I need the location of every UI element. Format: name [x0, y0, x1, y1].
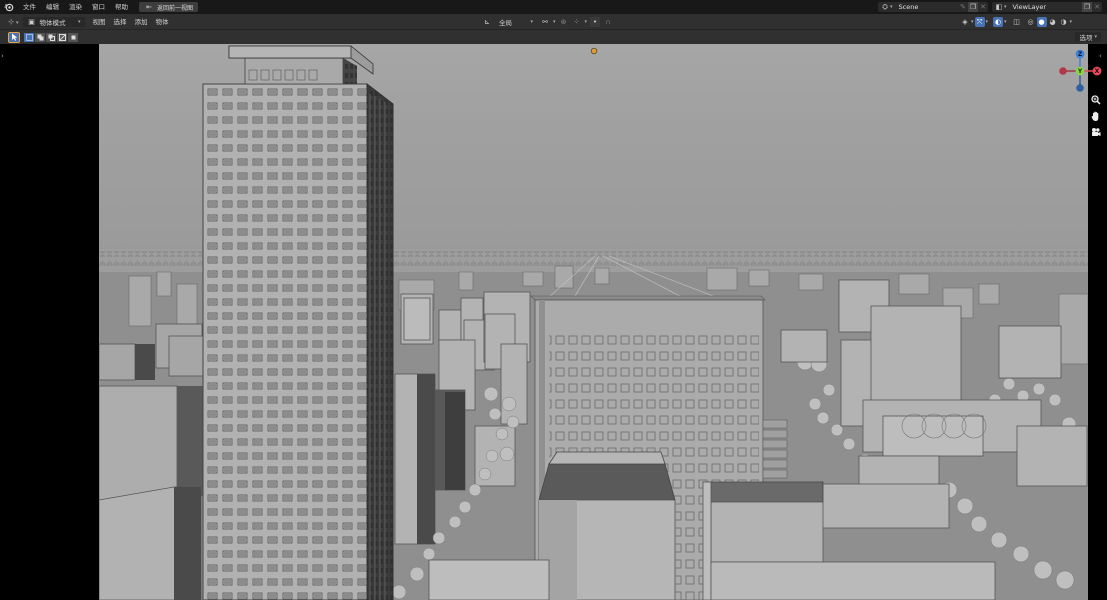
snap-icon[interactable]: ⊛ [559, 17, 569, 27]
toolbar-region: › [0, 44, 99, 600]
proportional-edit-icon[interactable]: • [590, 17, 601, 27]
z-axis-label: Z [1078, 51, 1083, 58]
wireframe-shading-icon[interactable]: ◎ [1026, 17, 1036, 27]
delete-view-layer-icon[interactable]: ✕ [1092, 2, 1102, 12]
scene-icon: ⛭ [882, 2, 888, 11]
pivot-point-icon[interactable]: ⚯ [540, 17, 550, 27]
blender-logo-icon[interactable] [0, 0, 18, 14]
back-button-label: 返回前一视图 [157, 4, 194, 12]
menu-object[interactable]: 物体 [152, 14, 173, 30]
menu-render[interactable]: 渲染 [64, 0, 87, 14]
chevron-down-icon: ▾ [1094, 34, 1097, 40]
editor-type-selector[interactable]: ⊹ ▾ [0, 14, 23, 30]
selection-mode-group [24, 32, 79, 42]
chevron-down-icon: ▾ [1004, 4, 1007, 10]
scene-selector[interactable]: ⛭ ▾ Scene ✎ ❐ ✕ [878, 2, 988, 12]
viewport-display-controls: ◈ ▾ ⤧ ▾ ◐ ▾ ◫ ◎ ● ◕ ◑ ▾ [960, 17, 1072, 27]
gizmo-toggle-icon[interactable]: ⤧ [974, 17, 985, 27]
object-mode-dropdown[interactable]: ▣ 物体模式 ▾ [22, 16, 85, 27]
options-label: 选项 [1079, 34, 1093, 42]
object-mode-label: 物体模式 [39, 18, 66, 27]
chevron-down-icon: ▾ [971, 19, 974, 25]
chevron-down-icon: ▾ [16, 19, 19, 26]
new-scene-icon[interactable]: ❐ [968, 2, 978, 12]
back-to-previous-button[interactable]: ⇤ 返回前一视图 [139, 2, 199, 12]
material-shading-icon[interactable]: ◕ [1048, 17, 1058, 27]
select-subtract-icon[interactable] [46, 32, 56, 42]
y-axis-label: Y [1077, 68, 1083, 75]
viewport-header: ⊹ ▾ ▣ 物体模式 ▾ 视图 选择 添加 物体 ⊾ 全局 ▾ ⚯ ▾ ⊛ ⁘ ▾ •… [0, 14, 1107, 30]
transform-orientation-icon: ⊾ [484, 18, 490, 26]
falloff-icon[interactable]: ∩ [603, 17, 613, 27]
snap-target-icon[interactable]: ⁘ [572, 17, 582, 27]
options-dropdown[interactable]: 选项 ▾ [1075, 32, 1101, 42]
select-extend-icon[interactable] [35, 32, 45, 42]
transform-orientation-dropdown[interactable]: 全局 ▾ [495, 17, 537, 27]
city-scene [99, 44, 1088, 600]
negative-x-axis-handle[interactable] [1059, 67, 1067, 75]
solid-shading-icon[interactable]: ● [1036, 17, 1047, 27]
select-invert-icon[interactable] [57, 32, 67, 42]
negative-z-axis-handle[interactable] [1076, 84, 1084, 92]
select-new-icon[interactable] [24, 32, 34, 42]
chevron-down-icon: ▾ [890, 4, 893, 10]
menu-edit[interactable]: 编辑 [41, 0, 64, 14]
menu-select[interactable]: 选择 [110, 14, 131, 30]
navigation-gizmo[interactable]: X Z Y [1052, 44, 1107, 96]
pin-icon[interactable]: ✎ [958, 2, 968, 12]
view-layer-icon: ◧ [995, 3, 1003, 11]
chevron-down-icon: ▾ [584, 19, 588, 25]
view-layer-selector[interactable]: ◧ ▾ ViewLayer ❐ ✕ [992, 2, 1102, 12]
select-tool-icon[interactable] [8, 31, 20, 43]
transform-orientation-label: 全局 [499, 19, 512, 27]
chevron-down-icon: ▾ [1069, 19, 1073, 25]
camera-view-icon[interactable] [1090, 126, 1102, 138]
chevron-down-icon: ▾ [985, 19, 989, 25]
3d-cursor [590, 47, 598, 55]
viewport-navigation-tools [1089, 94, 1103, 138]
3d-viewport[interactable] [99, 44, 1088, 600]
new-view-layer-icon[interactable]: ❐ [1082, 2, 1092, 12]
xray-toggle-icon[interactable]: ◫ [1012, 17, 1022, 27]
chevron-down-icon: ▾ [78, 18, 81, 25]
tool-settings-row: 选项 ▾ [0, 30, 1107, 44]
scene-name: Scene [898, 3, 919, 11]
chevron-down-icon: ▾ [530, 19, 533, 25]
editor-type-icon: ⊹ [8, 17, 14, 26]
back-icon: ⇤ [146, 3, 152, 11]
overlay-toggle-icon[interactable]: ◐ [993, 17, 1004, 27]
menu-add[interactable]: 添加 [131, 14, 152, 30]
view-layer-name: ViewLayer [1012, 3, 1047, 11]
rendered-shading-icon[interactable]: ◑ [1059, 17, 1069, 27]
pan-hand-icon[interactable] [1090, 110, 1102, 122]
chevron-down-icon: ▾ [553, 19, 556, 25]
x-axis-label: X [1095, 68, 1100, 75]
menu-window[interactable]: 窗口 [87, 0, 110, 14]
visibility-icon[interactable]: ◈ [960, 17, 970, 27]
menu-help[interactable]: 帮助 [110, 0, 133, 14]
blender-window: 文件 编辑 渲染 窗口 帮助 ⇤ 返回前一视图 ⛭ ▾ Scene ✎ ❐ ✕ … [0, 0, 1107, 600]
object-mode-icon: ▣ [28, 17, 35, 26]
zoom-icon[interactable] [1090, 94, 1102, 106]
chevron-down-icon: ▾ [1004, 19, 1007, 25]
menu-file[interactable]: 文件 [18, 0, 41, 14]
top-menu-bar: 文件 编辑 渲染 窗口 帮助 ⇤ 返回前一视图 ⛭ ▾ Scene ✎ ❐ ✕ … [0, 0, 1107, 14]
transform-controls: ⊾ 全局 ▾ ⚯ ▾ ⊛ ⁘ ▾ • ∩ [482, 17, 613, 27]
expand-toolbar-icon[interactable]: › [1, 52, 4, 60]
menu-view[interactable]: 视图 [89, 14, 110, 30]
delete-scene-icon[interactable]: ✕ [978, 2, 988, 12]
select-intersect-icon[interactable] [68, 32, 78, 42]
